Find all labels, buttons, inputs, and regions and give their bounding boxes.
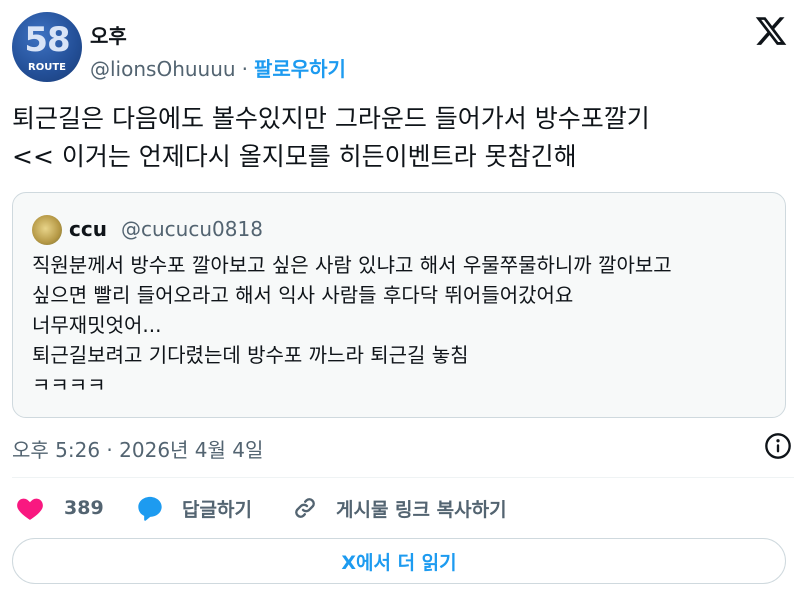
avatar-number: 58 bbox=[24, 20, 70, 60]
separator: · bbox=[241, 57, 248, 81]
heart-icon bbox=[17, 498, 43, 520]
tweet-header: 58 ROUTE 오후 @lionsOhuuuu · 팔로우하기 bbox=[12, 12, 794, 84]
timestamp[interactable]: 오후 5:26 · 2026년 4월 4일 bbox=[12, 434, 263, 463]
reply-button[interactable]: 답글하기 bbox=[136, 490, 252, 526]
action-bar: 389 답글하기 게시물 링크 복사하기 bbox=[12, 490, 794, 526]
read-more-button[interactable]: X에서 더 읽기 bbox=[12, 538, 786, 584]
author-handle-row: @lionsOhuuuu · 팔로우하기 bbox=[90, 53, 346, 82]
like-count: 389 bbox=[64, 497, 104, 519]
quoted-text: 직원분께서 방수포 깔아보고 싶은 사람 있냐고 해서 우물쭈물하니까 깔아보고… bbox=[32, 253, 672, 397]
author-handle[interactable]: @lionsOhuuuu bbox=[90, 57, 236, 81]
avatar-caption: ROUTE bbox=[28, 62, 66, 73]
copy-link-button[interactable]: 게시물 링크 복사하기 bbox=[292, 490, 507, 526]
quoted-display-name: ccu bbox=[69, 217, 107, 241]
author-display-name[interactable]: 오후 bbox=[90, 20, 127, 49]
quoted-avatar bbox=[32, 215, 62, 245]
info-icon[interactable] bbox=[764, 432, 792, 460]
tweet-meta: 오후 5:26 · 2026년 4월 4일 bbox=[12, 430, 794, 462]
avatar[interactable]: 58 ROUTE bbox=[12, 12, 82, 82]
copy-link-label: 게시물 링크 복사하기 bbox=[336, 498, 507, 521]
link-icon bbox=[295, 498, 315, 518]
tweet-text: 퇴근길은 다음에도 볼수있지만 그라운드 들어가서 방수포깔기 << 이거는 언… bbox=[12, 104, 650, 171]
quoted-tweet[interactable]: ccu @cucucu0818 직원분께서 방수포 깔아보고 싶은 사람 있냐고… bbox=[12, 192, 786, 418]
x-logo-icon[interactable] bbox=[754, 14, 788, 48]
read-more-label: X에서 더 읽기 bbox=[341, 551, 457, 574]
reply-label: 답글하기 bbox=[182, 498, 252, 521]
divider bbox=[12, 477, 794, 478]
like-button[interactable]: 389 bbox=[16, 490, 104, 526]
reply-bubble-icon bbox=[138, 496, 162, 521]
follow-button[interactable]: 팔로우하기 bbox=[254, 57, 346, 81]
quoted-handle: @cucucu0818 bbox=[121, 217, 263, 241]
